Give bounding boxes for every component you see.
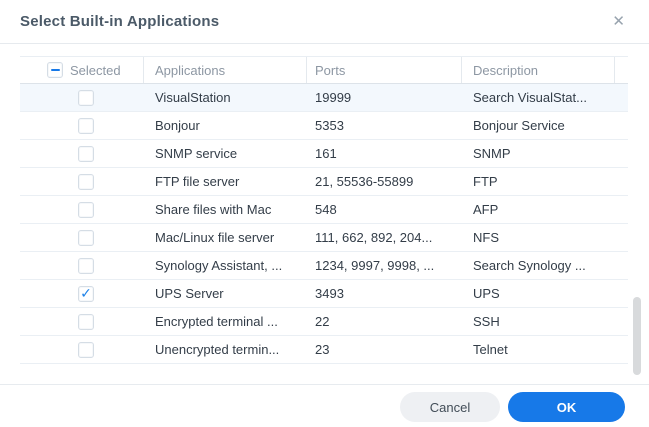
row-checkbox[interactable]: [78, 174, 94, 190]
description-cell: SNMP: [462, 140, 615, 167]
column-header-applications[interactable]: Applications: [144, 57, 307, 83]
application-cell: Bonjour: [144, 112, 307, 139]
select-builtin-applications-dialog: Select Built-in Applications ✕ Selected …: [0, 0, 649, 427]
description-cell: Search Synology ...: [462, 252, 615, 279]
application-cell: Synology Assistant, ...: [144, 252, 307, 279]
description-cell: Bonjour Service: [462, 112, 615, 139]
row-checkbox[interactable]: [78, 146, 94, 162]
ports-cell: 161: [307, 140, 462, 167]
column-header-ports[interactable]: Ports: [307, 57, 462, 83]
description-cell: Telnet: [462, 336, 615, 363]
description-cell: FTP: [462, 168, 615, 195]
description-cell: UPS: [462, 280, 615, 307]
application-cell: Unencrypted termin...: [144, 336, 307, 363]
description-cell: SSH: [462, 308, 615, 335]
ports-cell: 22: [307, 308, 462, 335]
table-row[interactable]: Synology Assistant, ... 1234, 9997, 9998…: [20, 252, 628, 280]
table-row[interactable]: Unencrypted termin... 23 Telnet: [20, 336, 628, 364]
ports-cell: 21, 55536-55899: [307, 168, 462, 195]
ok-button[interactable]: OK: [508, 392, 625, 422]
row-select-cell: [20, 224, 144, 251]
row-checkbox[interactable]: [78, 314, 94, 330]
table-row[interactable]: Share files with Mac 548 AFP: [20, 196, 628, 224]
row-select-cell: [20, 252, 144, 279]
description-cell: AFP: [462, 196, 615, 223]
table-row[interactable]: UPS Server 3493 UPS: [20, 280, 628, 308]
column-header-selected: Selected: [20, 57, 144, 83]
column-header-selected-label: Selected: [70, 63, 121, 78]
application-cell: Mac/Linux file server: [144, 224, 307, 251]
ports-cell: 5353: [307, 112, 462, 139]
row-select-cell: [20, 280, 144, 307]
ports-cell: 1234, 9997, 9998, ...: [307, 252, 462, 279]
row-checkbox[interactable]: [78, 230, 94, 246]
table-row[interactable]: Mac/Linux file server 111, 662, 892, 204…: [20, 224, 628, 252]
row-checkbox[interactable]: [78, 258, 94, 274]
application-cell: UPS Server: [144, 280, 307, 307]
row-checkbox[interactable]: [78, 286, 94, 302]
row-select-cell: [20, 308, 144, 335]
application-cell: VisualStation: [144, 84, 307, 111]
applications-table: Selected Applications Ports Description …: [20, 56, 628, 364]
application-cell: Share files with Mac: [144, 196, 307, 223]
row-checkbox[interactable]: [78, 90, 94, 106]
description-cell: Search VisualStat...: [462, 84, 615, 111]
cancel-button[interactable]: Cancel: [400, 392, 500, 422]
row-select-cell: [20, 140, 144, 167]
description-cell: NFS: [462, 224, 615, 251]
select-all-checkbox[interactable]: [47, 62, 63, 78]
dialog-footer: Cancel OK: [0, 384, 649, 427]
application-cell: FTP file server: [144, 168, 307, 195]
table-row[interactable]: SNMP service 161 SNMP: [20, 140, 628, 168]
table-row[interactable]: FTP file server 21, 55536-55899 FTP: [20, 168, 628, 196]
ports-cell: 19999: [307, 84, 462, 111]
row-select-cell: [20, 336, 144, 363]
table-row[interactable]: Encrypted terminal ... 22 SSH: [20, 308, 628, 336]
table-row[interactable]: VisualStation 19999 Search VisualStat...: [20, 84, 628, 112]
table-header-row: Selected Applications Ports Description: [20, 56, 628, 84]
column-header-description[interactable]: Description: [462, 57, 615, 83]
dialog-title: Select Built-in Applications: [20, 13, 219, 30]
dialog-titlebar: Select Built-in Applications ✕: [0, 0, 649, 44]
application-cell: SNMP service: [144, 140, 307, 167]
row-checkbox[interactable]: [78, 118, 94, 134]
row-select-cell: [20, 168, 144, 195]
table-row[interactable]: Bonjour 5353 Bonjour Service: [20, 112, 628, 140]
close-icon[interactable]: ✕: [608, 12, 629, 31]
ports-cell: 548: [307, 196, 462, 223]
row-checkbox[interactable]: [78, 202, 94, 218]
row-select-cell: [20, 196, 144, 223]
application-cell: Encrypted terminal ...: [144, 308, 307, 335]
table-body: VisualStation 19999 Search VisualStat...…: [20, 84, 628, 364]
vertical-scrollbar-thumb[interactable]: [633, 297, 641, 375]
row-select-cell: [20, 112, 144, 139]
ports-cell: 23: [307, 336, 462, 363]
ports-cell: 3493: [307, 280, 462, 307]
ports-cell: 111, 662, 892, 204...: [307, 224, 462, 251]
row-checkbox[interactable]: [78, 342, 94, 358]
row-select-cell: [20, 84, 144, 111]
column-header-filler: [615, 57, 628, 83]
